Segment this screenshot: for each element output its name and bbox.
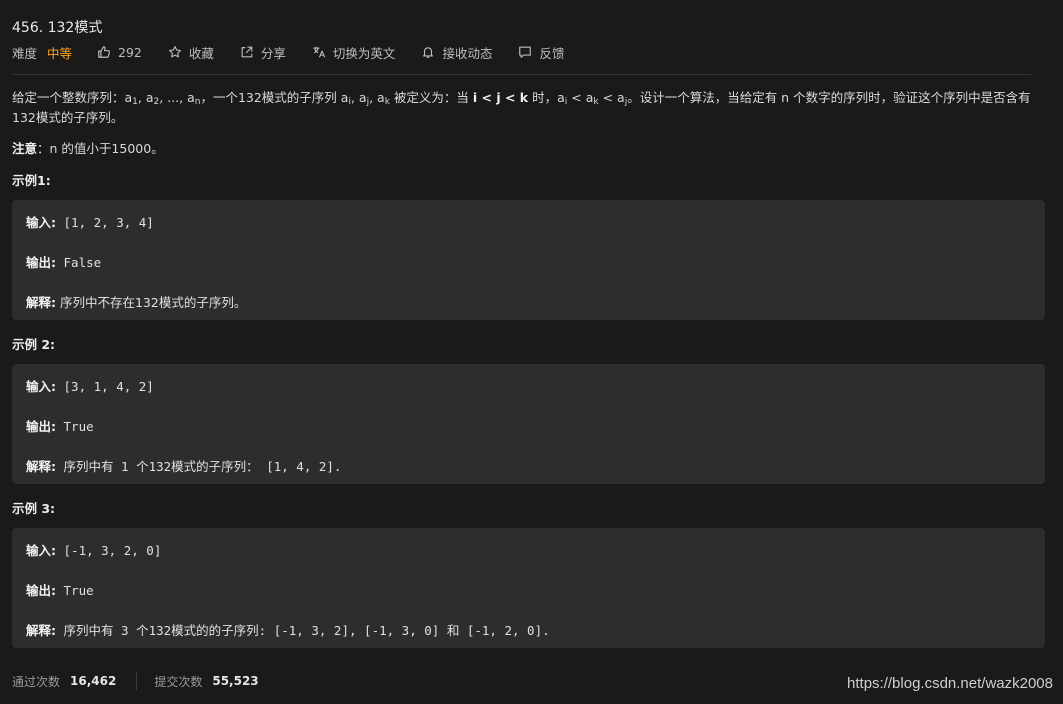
explain-label: 解释: — [26, 295, 56, 310]
input-value: [1, 2, 3, 4] — [56, 215, 154, 230]
input-value: [3, 1, 4, 2] — [56, 379, 154, 394]
example-title: 示例 2: — [12, 337, 56, 352]
example-explanation: 解释: 序列中有 1 个132模式的子序列： [1, 4, 2]. — [26, 456, 341, 475]
example-output: 输出: True — [26, 416, 94, 435]
share-icon — [240, 45, 254, 59]
bell-icon — [421, 45, 435, 59]
example-output: 输出: True — [26, 580, 94, 599]
output-value: True — [56, 419, 94, 434]
note-label: 注意 — [12, 141, 38, 156]
desc-text: 给定一个整数序列：a — [12, 90, 133, 105]
difficulty-badge: 中等 — [47, 45, 73, 61]
switch-language-label: 切换为英文 — [332, 45, 396, 61]
favorite-label: 收藏 — [188, 45, 214, 61]
input-label: 输入: — [26, 543, 56, 558]
example-output: 输出: False — [26, 252, 101, 271]
star-icon — [168, 45, 182, 59]
share-button[interactable]: 分享 — [240, 43, 286, 62]
submissions-count: 55,523 — [212, 674, 259, 688]
example-block: 输入: [1, 2, 3, 4] 输出: False 解释: 序列中不存在132… — [12, 200, 1045, 320]
output-label: 输出: — [26, 255, 56, 270]
subscribe-label: 接收动态 — [442, 45, 493, 61]
feedback-button[interactable]: 反馈 — [518, 43, 564, 62]
accepted-label: 通过次数 — [12, 674, 61, 689]
output-value: True — [56, 583, 94, 598]
desc-condition: i < j < k — [472, 90, 529, 105]
explain-label: 解释: — [26, 459, 56, 474]
problem-description: 给定一个整数序列：a1, a2, ..., an，一个132模式的子序列 ai,… — [12, 88, 1052, 128]
desc-text: 被定义为：当 — [389, 90, 473, 105]
input-label: 输入: — [26, 215, 56, 230]
explain-label: 解释: — [26, 623, 56, 638]
output-label: 输出: — [26, 419, 56, 434]
desc-text: , a — [369, 90, 385, 105]
example-block: 输入: [3, 1, 4, 2] 输出: True 解释: 序列中有 1 个13… — [12, 364, 1045, 484]
stats-divider — [136, 672, 138, 690]
example-explanation: 解释: 序列中不存在132模式的子序列。 — [26, 292, 246, 311]
submissions-label: 提交次数 — [154, 674, 203, 689]
explain-value: 序列中有 3 个132模式的的子序列: [-1, 3, 2], [-1, 3, … — [56, 623, 550, 638]
example-input: 输入: [-1, 3, 2, 0] — [26, 540, 161, 559]
explain-value: 序列中不存在132模式的子序列。 — [56, 295, 247, 310]
example-input: 输入: [1, 2, 3, 4] — [26, 212, 154, 231]
switch-language-button[interactable]: 切换为英文 — [312, 43, 396, 62]
thumbs-up-icon — [97, 45, 111, 59]
desc-text: , a — [137, 90, 154, 105]
feedback-label: 反馈 — [539, 45, 565, 61]
output-value: False — [56, 255, 102, 270]
desc-text: 时，a — [528, 90, 565, 105]
header-divider — [12, 74, 1031, 75]
difficulty-label: 难度 — [12, 45, 38, 61]
problem-meta-bar: 难度 中等 292 收藏 分享 切换为英文 接收动态 反馈 — [12, 42, 590, 62]
desc-text: < a — [567, 90, 594, 105]
explain-value: 序列中有 1 个132模式的子序列： [1, 4, 2]. — [56, 459, 342, 474]
input-value: [-1, 3, 2, 0] — [56, 543, 162, 558]
desc-text: ，一个132模式的子序列 a — [200, 90, 349, 105]
translate-icon — [312, 45, 326, 59]
problem-note: 注意：n 的值小于15000。 — [12, 138, 164, 157]
desc-text: < a — [598, 90, 625, 105]
accepted-count: 16,462 — [70, 674, 117, 688]
subscribe-button[interactable]: 接收动态 — [421, 43, 492, 62]
submission-stats: 通过次数 16,462 提交次数 55,523 — [12, 672, 259, 690]
watermark-url: https://blog.csdn.net/wazk2008 — [847, 675, 1053, 692]
input-label: 输入: — [26, 379, 56, 394]
like-count: 292 — [118, 44, 142, 60]
problem-title: 456. 132模式 — [12, 20, 103, 36]
desc-text: , ..., a — [159, 90, 195, 105]
feedback-icon — [518, 45, 532, 59]
example-title: 示例1: — [12, 173, 51, 188]
output-label: 输出: — [26, 583, 56, 598]
favorite-button[interactable]: 收藏 — [168, 43, 214, 62]
example-explanation: 解释: 序列中有 3 个132模式的的子序列: [-1, 3, 2], [-1,… — [26, 620, 550, 639]
example-input: 输入: [3, 1, 4, 2] — [26, 376, 154, 395]
share-label: 分享 — [260, 45, 286, 61]
example-title: 示例 3: — [12, 501, 56, 516]
example-block: 输入: [-1, 3, 2, 0] 输出: True 解释: 序列中有 3 个1… — [12, 528, 1045, 648]
like-button[interactable]: 292 — [97, 45, 142, 60]
note-text: ：n 的值小于15000。 — [37, 141, 164, 156]
desc-text: , a — [350, 90, 367, 105]
